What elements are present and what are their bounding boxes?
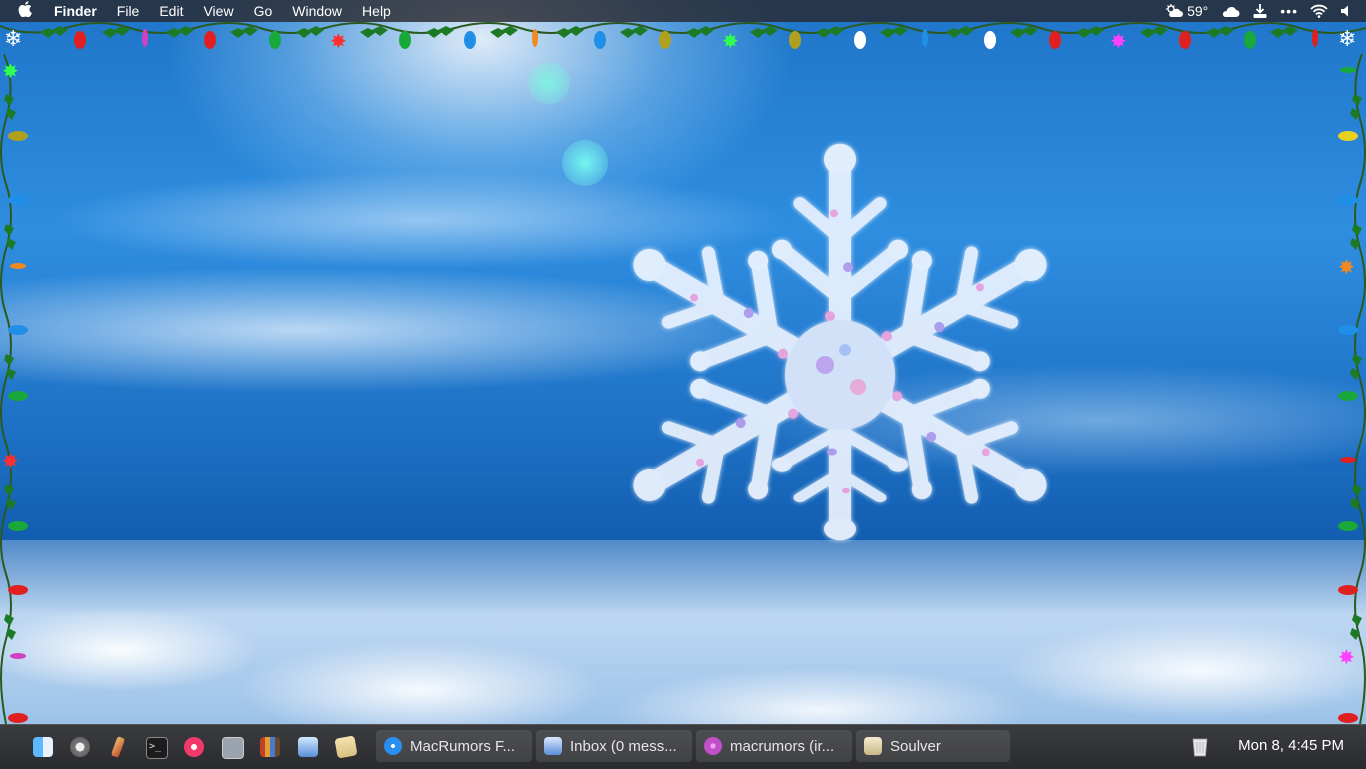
mail-icon <box>544 737 562 755</box>
menu-go[interactable]: Go <box>254 0 273 22</box>
menu-view[interactable]: View <box>203 0 233 22</box>
garland-left: ✸ ✸ <box>0 54 28 724</box>
task-label: MacRumors F... <box>410 737 516 755</box>
svg-text:✸: ✸ <box>1110 31 1127 53</box>
garland-top: ❄ ❄ ✸ ✸ ✸ <box>0 22 1366 53</box>
svg-text:✸: ✸ <box>2 61 19 83</box>
taskbar: >_ MacRumors F... Inbox (0 mess... macru… <box>0 724 1366 769</box>
menu-help[interactable]: Help <box>362 0 391 22</box>
finder-icon[interactable] <box>33 737 53 757</box>
volume-icon[interactable] <box>1340 4 1354 18</box>
svg-text:❄: ❄ <box>4 26 22 51</box>
cloud-icon[interactable] <box>1220 4 1240 18</box>
apple-icon[interactable] <box>18 0 40 22</box>
download-icon[interactable] <box>1252 3 1268 19</box>
preview-icon[interactable] <box>222 737 244 759</box>
menu-finder[interactable]: Finder <box>54 0 97 22</box>
svg-text:✸: ✸ <box>722 31 739 53</box>
lens-flare <box>528 62 570 104</box>
books-icon[interactable] <box>260 737 280 757</box>
trash-icon[interactable] <box>1192 737 1208 757</box>
clock[interactable]: Mon 8, 4:45 PM <box>1238 737 1344 754</box>
svg-text:✸: ✸ <box>1338 647 1355 669</box>
task-soulver[interactable]: Soulver <box>856 730 1010 762</box>
weather-icon <box>1166 4 1184 17</box>
menu-edit[interactable]: Edit <box>159 0 183 22</box>
task-mail[interactable]: Inbox (0 mess... <box>536 730 692 762</box>
task-label: macrumors (ir... <box>730 737 835 755</box>
status-area: 59° ••• <box>1165 0 1354 22</box>
launchpad-icon[interactable] <box>70 737 90 757</box>
pencil-icon[interactable] <box>110 736 126 758</box>
safari-icon <box>384 737 402 755</box>
app-store-icon[interactable] <box>298 737 318 757</box>
snowflake-illustration <box>470 140 1210 610</box>
weather-widget[interactable]: 59° <box>1165 3 1208 19</box>
notes-icon[interactable] <box>334 735 358 759</box>
more-icon[interactable]: ••• <box>1280 3 1298 19</box>
svg-text:✸: ✸ <box>330 31 347 53</box>
menu-bar: Finder File Edit View Go Window Help 59°… <box>0 0 1366 22</box>
task-chat[interactable]: macrumors (ir... <box>696 730 852 762</box>
weather-temperature: 59° <box>1187 3 1209 19</box>
task-label: Soulver <box>890 737 941 755</box>
chat-icon <box>704 737 722 755</box>
menu-file[interactable]: File <box>117 0 140 22</box>
terminal-icon[interactable]: >_ <box>146 737 168 759</box>
svg-text:✸: ✸ <box>1338 257 1355 279</box>
svg-text:❄: ❄ <box>1338 26 1356 51</box>
itunes-icon[interactable] <box>184 737 204 757</box>
garland-right: ✸ ✸ <box>1338 54 1366 724</box>
menu-window[interactable]: Window <box>292 0 342 22</box>
task-safari[interactable]: MacRumors F... <box>376 730 532 762</box>
soulver-icon <box>864 737 882 755</box>
task-label: Inbox (0 mess... <box>570 737 677 755</box>
wifi-icon[interactable] <box>1310 4 1328 18</box>
svg-text:✸: ✸ <box>2 451 19 473</box>
